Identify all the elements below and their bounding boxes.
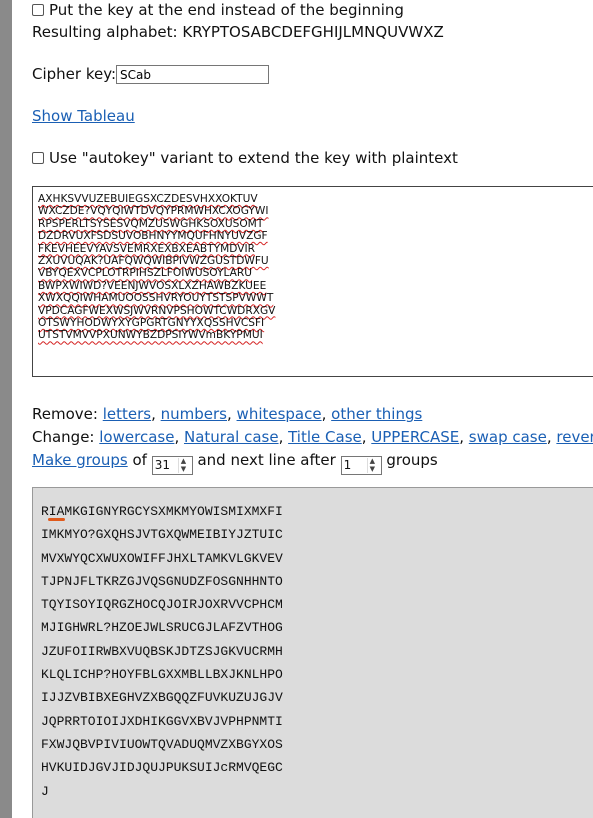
groups-per-line-stepper[interactable]: 1 ▲ ▼ [340,456,382,475]
remove-label: Remove: [32,405,98,423]
input-line: VBYQEXVCPLOTRPIHSZLFOIWUSOYLARU [38,267,253,280]
remove-numbers-link[interactable]: numbers [161,405,227,423]
key-at-end-option[interactable]: Put the key at the end instead of the be… [32,0,404,20]
input-line: FKEVHEEVYAVSVEMRXEXBXEABTYMDVIR [38,242,255,255]
output-line: MVXWYQCXWUXOWIFFJHXLTAMKVLGKVEV [41,550,283,566]
remove-other-things-link[interactable]: other things [331,405,422,423]
chevron-down-icon[interactable]: ▼ [181,466,186,473]
group-controls: Make groups of 31 ▲ ▼ and next line after… [32,450,438,475]
key-at-end-label: Put the key at the end instead of the be… [49,1,404,19]
resulting-alphabet-value: KRYPTOSABCDEFGHIJLMNQUVWXZ [182,23,444,41]
output-line: IJJZVBIBXEGHVZXBGQQZFUVKUZUJGJV [41,690,283,706]
change-title-case-link[interactable]: Title Case [288,428,362,446]
key-at-end-checkbox[interactable] [32,4,44,16]
groups-per-line-value: 1 [343,458,352,472]
change-label: Change: [32,428,95,446]
of-text: of [132,451,147,469]
autokey-label: Use "autokey" variant to extend the key … [49,149,458,167]
output-line: JZUFOIIRWBXVUQBSKJDTZSJGKVUCRMH [41,643,283,659]
chevron-up-icon[interactable]: ▲ [181,458,186,465]
chevron-up-icon[interactable]: ▲ [370,458,375,465]
groups-per-line-arrows[interactable]: ▲ ▼ [366,458,380,473]
output-line: MJIGHWRL?HZOEJWLSRUCGJLAFZVTHOG [41,620,283,636]
output-line: FXWJQBVPIVIUOWTQVADUQMVZXBGYXOS [41,736,283,752]
cipher-key-label: Cipher key: [32,65,117,83]
chevron-down-icon[interactable]: ▼ [370,466,375,473]
output-line: JQPRRTOIOIJXDHIKGGVXBVJVPHPNMTI [41,713,283,729]
input-line: UTSTVMVVPXUNWYBZDPSIYWVmBKYPMUI [38,329,263,342]
remove-whitespace-link[interactable]: whitespace [237,405,322,423]
output-line: IMKMYO?GXQHSJVTGXQWMEIBIYJZTUIC [41,527,283,543]
next-line-text: and next line after [197,451,336,469]
resulting-alphabet: Resulting alphabet: KRYPTOSABCDEFGHIJLMN… [32,22,444,42]
input-line: WXCZDE?VQYQIWTDVQYPRMWHXCXOGYWI [38,205,269,218]
autokey-checkbox[interactable] [32,152,44,164]
input-line: AXHKSVVUZEBUIEGSXCZDESVHXXOKTUV [38,193,258,205]
remove-letters-link[interactable]: letters [103,405,151,423]
input-line: ZXUVUQAK?UAFQWQWIBPIVWZGUSTDWFU [38,255,269,268]
input-line: DZDRVUXFSDSUVOBHNYYMQUFHNYUVZGF [38,230,268,243]
output-line: TQYISOYIQRGZHOCQJOIRJOXRVVCPHCM [41,597,283,613]
input-line: OTSWYHODWYXYGPGRTGNYYXQSSHVCSFI [38,317,265,330]
ciphertext-input-area[interactable]: AXHKSVVUZEBUIEGSXCZDESVHXXOKTUV WXCZDE?V… [32,186,593,377]
group-size-arrows[interactable]: ▲ ▼ [177,458,191,473]
change-controls: Change: lowercase, Natural case, Title C… [32,427,593,447]
group-size-value: 31 [154,458,170,472]
show-tableau-link[interactable]: Show Tableau [32,107,135,125]
output-line: RIAMKGIGNYRGCYSXMKMYOWISMIXMXFI [41,504,283,519]
change-lowercase-link[interactable]: lowercase [99,428,174,446]
output-line: HVKUIDJGVJIDJQUJPUKSUIJcRMVQEGC [41,760,283,776]
change-natural-case-link[interactable]: Natural case [184,428,279,446]
input-line: VPDCAGFWEXWSJWVRNVPSHOWTCWDRXGV [38,304,276,317]
change-swap-case-link[interactable]: swap case [469,428,547,446]
input-line: XWXQQIWHAMUOOSSHVRYOUYTSTSPVWWT [38,292,274,305]
groups-text: groups [386,451,438,469]
input-line: RPSPERLTSYSESVQMZUSWGHKSOXUSOMT [38,217,264,230]
remove-controls: Remove: letters, numbers, whitespace, ot… [32,405,423,423]
input-line: BWPXWIWD?VEENJWVOSXLXZHAWBZKUEE [38,279,267,292]
plaintext-output-area[interactable]: RIAMKGIGNYRGCYSXMKMYOWISMIXMXFI IMKMYO?G… [32,487,593,818]
window-left-edge [0,0,12,818]
cipher-key-input[interactable] [116,65,269,84]
output-line: TJPNJFLTKRZGJVQSGNUDZFOSGNHHNTO [41,573,283,589]
autokey-option[interactable]: Use "autokey" variant to extend the key … [32,148,458,168]
make-groups-link[interactable]: Make groups [32,451,128,469]
change-uppercase-link[interactable]: UPPERCASE [371,428,459,446]
text-highlight-mark [48,518,65,521]
change-reverse-link[interactable]: reverse [556,428,593,446]
group-size-stepper[interactable]: 31 ▲ ▼ [151,456,193,475]
resulting-alphabet-label: Resulting alphabet: [32,23,178,41]
output-line: KLQLICHP?HOYFBLGXXMBLLBXJKNLHPO [41,667,283,683]
output-line: J [41,783,49,799]
